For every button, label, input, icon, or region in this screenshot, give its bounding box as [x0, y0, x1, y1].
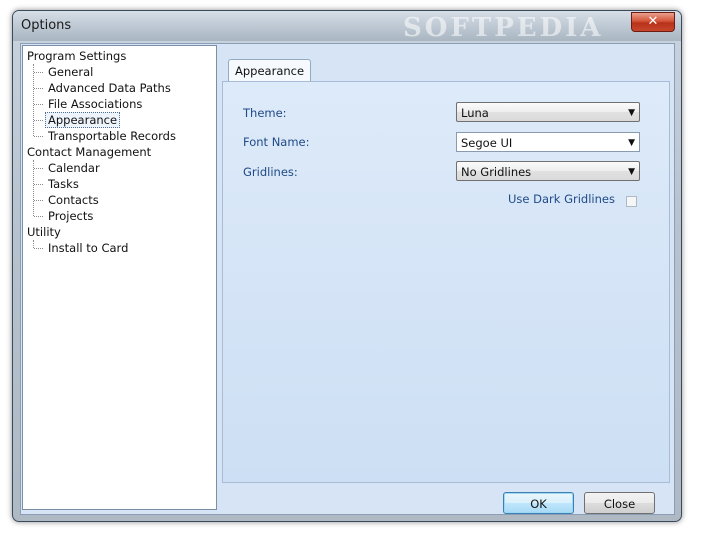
- font-name-select-value: Segoe UI: [461, 136, 513, 150]
- tree-item-projects[interactable]: Projects: [46, 208, 95, 224]
- options-dialog: Options SOFTPEDIA ✕ Program Settings Gen…: [12, 10, 682, 522]
- tree-item-install-to-card[interactable]: Install to Card: [46, 240, 130, 256]
- tree-connector: [34, 248, 43, 249]
- tree-item-contacts[interactable]: Contacts: [46, 192, 101, 208]
- close-window-button[interactable]: ✕: [631, 12, 675, 32]
- tree-connector: [34, 104, 43, 105]
- softpedia-watermark: SOFTPEDIA: [403, 13, 604, 43]
- tree-group-utility[interactable]: Utility: [27, 224, 61, 240]
- tree-item-appearance[interactable]: Appearance: [45, 112, 121, 128]
- tree-connector: [34, 136, 43, 137]
- font-name-label: Font Name:: [243, 135, 310, 149]
- gridlines-select-value: No Gridlines: [461, 165, 532, 179]
- tree-item-transportable-records[interactable]: Transportable Records: [46, 128, 178, 144]
- tab-appearance[interactable]: Appearance: [228, 59, 312, 82]
- gridlines-select[interactable]: No Gridlines ▼: [456, 161, 640, 181]
- tree-connector: [34, 200, 43, 201]
- tree-connector: [34, 216, 43, 217]
- chevron-down-icon: ▼: [628, 167, 635, 177]
- tree-connector: [34, 184, 43, 185]
- window-title: Options: [21, 18, 72, 33]
- dark-gridlines-checkbox[interactable]: [626, 196, 637, 207]
- chevron-down-icon: ▼: [628, 108, 635, 118]
- tree-connector: [34, 88, 43, 89]
- dark-gridlines-label: Use Dark Gridlines: [508, 192, 615, 206]
- close-button[interactable]: Close: [584, 492, 655, 514]
- title-bar[interactable]: Options SOFTPEDIA ✕: [13, 11, 681, 43]
- theme-select[interactable]: Luna ▼: [456, 102, 640, 122]
- tree-item-advanced-data-paths[interactable]: Advanced Data Paths: [46, 80, 173, 96]
- theme-label: Theme:: [243, 106, 287, 120]
- tree-connector: [34, 120, 43, 121]
- tree-group-program-settings[interactable]: Program Settings: [27, 48, 126, 64]
- tree-group-contact-management[interactable]: Contact Management: [27, 144, 151, 160]
- theme-select-value: Luna: [461, 106, 489, 120]
- tree-connector: [34, 72, 43, 73]
- ok-button[interactable]: OK: [503, 492, 574, 514]
- tree-connector: [33, 64, 34, 136]
- tree-item-tasks[interactable]: Tasks: [46, 176, 81, 192]
- gridlines-label: Gridlines:: [243, 165, 298, 179]
- font-name-select[interactable]: Segoe UI ▼: [456, 132, 640, 152]
- tree-item-calendar[interactable]: Calendar: [46, 160, 102, 176]
- dialog-client-area: Program Settings General Advanced Data P…: [20, 43, 675, 515]
- close-icon: ✕: [647, 14, 659, 29]
- tree-item-file-associations[interactable]: File Associations: [46, 96, 144, 112]
- chevron-down-icon: ▼: [628, 138, 635, 148]
- appearance-panel: Theme: Luna ▼ Font Name: Segoe UI ▼ Grid…: [222, 81, 670, 483]
- tree-connector: [34, 168, 43, 169]
- tree-connector: [33, 240, 34, 248]
- tree-item-general[interactable]: General: [46, 64, 95, 80]
- settings-tree[interactable]: Program Settings General Advanced Data P…: [22, 45, 217, 510]
